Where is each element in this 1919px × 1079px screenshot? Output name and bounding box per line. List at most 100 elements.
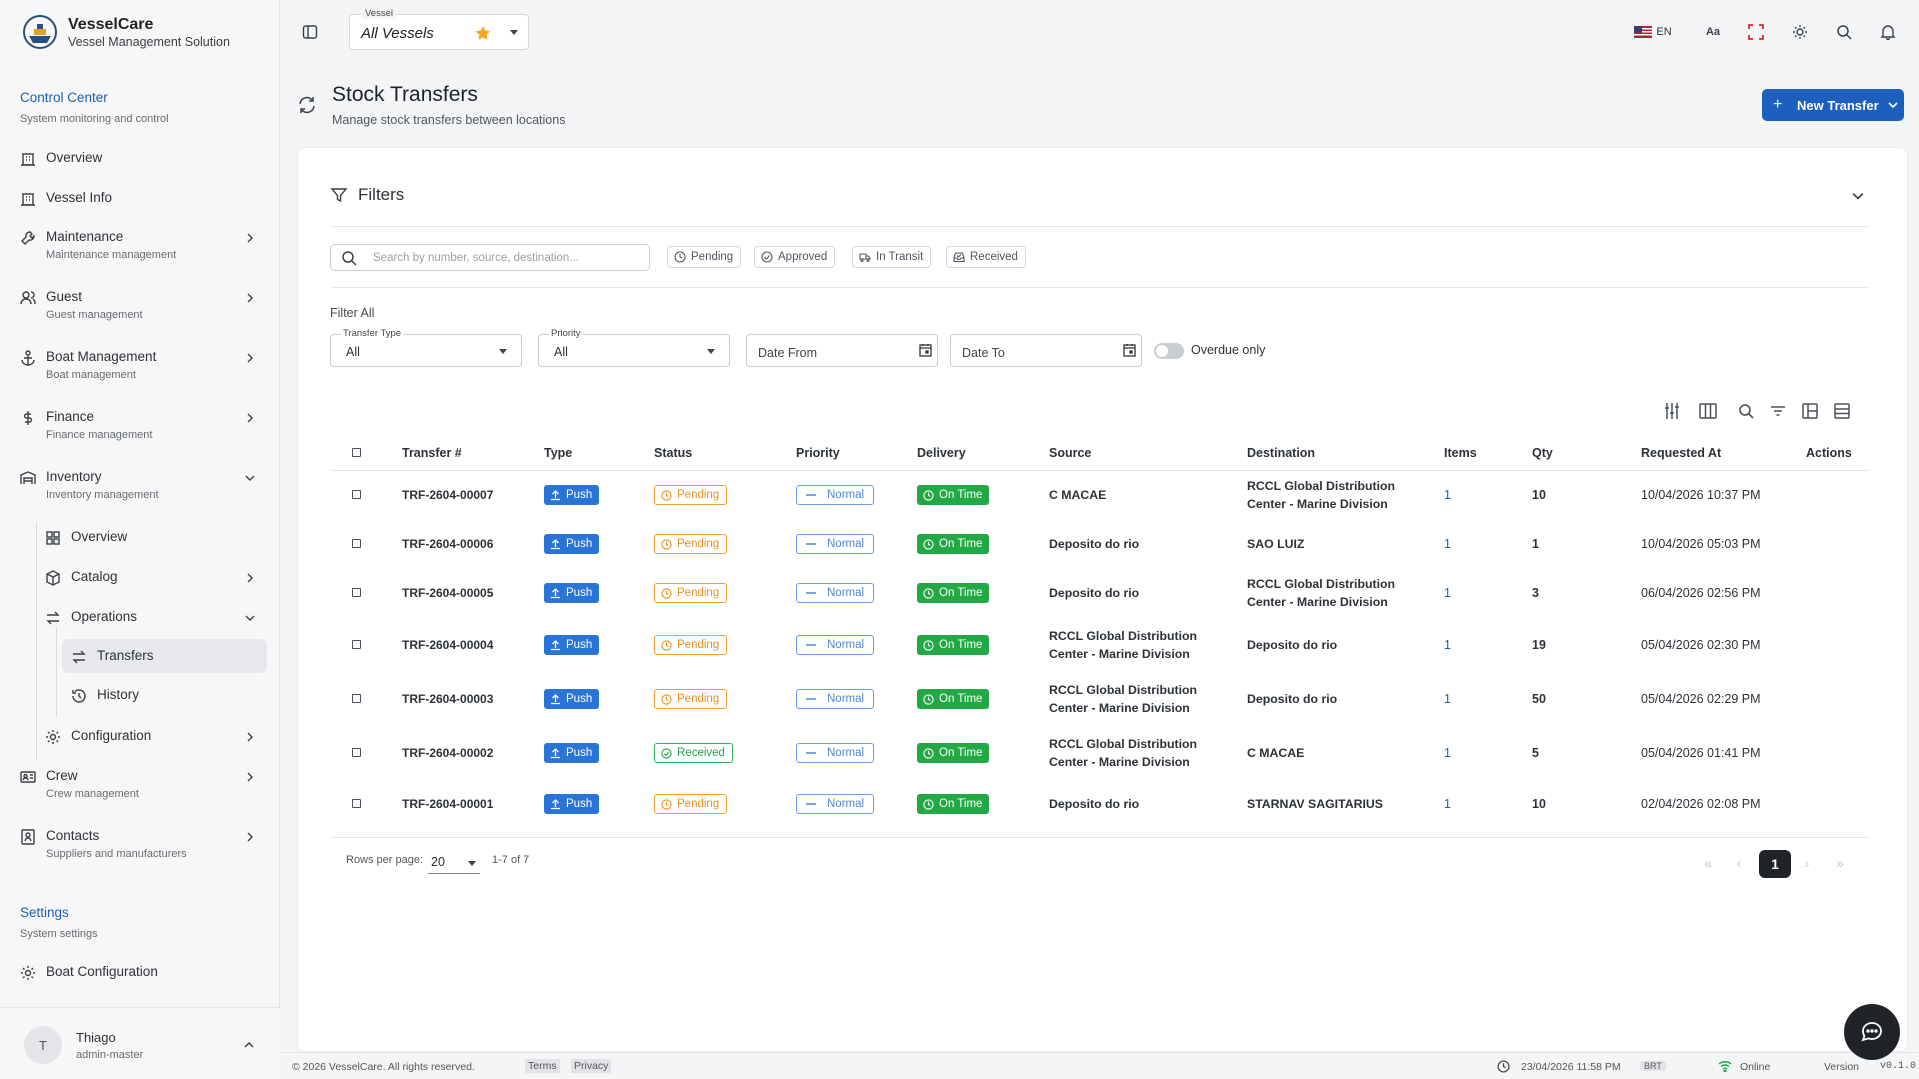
- brand[interactable]: VesselCare Vessel Management Solution: [20, 14, 230, 50]
- sidebar-item-history[interactable]: History: [71, 687, 259, 704]
- user-menu[interactable]: T Thiago admin-master: [0, 1007, 280, 1079]
- transfer-id[interactable]: TRF-2604-00003: [402, 692, 493, 706]
- row-checkbox[interactable]: [352, 748, 361, 757]
- columns-icon[interactable]: [1698, 401, 1718, 421]
- sidebar-item-boat-configuration[interactable]: Boat Configuration: [20, 964, 259, 981]
- items-count[interactable]: 1: [1444, 488, 1451, 502]
- theme-toggle-button[interactable]: [1788, 20, 1812, 44]
- sidebar-item-finance[interactable]: Finance Finance management: [20, 409, 259, 441]
- notifications-button[interactable]: [1876, 20, 1900, 44]
- items-count[interactable]: 1: [1444, 797, 1451, 811]
- row-checkbox[interactable]: [352, 640, 361, 649]
- table-row[interactable]: TRF-2604-00005 Push Pending Normal On Time De…: [330, 568, 1870, 618]
- transfer-id[interactable]: TRF-2604-00007: [402, 488, 493, 502]
- table-row[interactable]: TRF-2604-00007 Push Pending Normal On Time C …: [330, 470, 1870, 520]
- collapse-filters-icon[interactable]: [1852, 190, 1864, 202]
- next-page-button[interactable]: ›: [1797, 853, 1817, 873]
- column-header[interactable]: Status: [654, 432, 796, 471]
- sidebar-item-vessel-info[interactable]: Vessel Info: [20, 190, 259, 207]
- page-button-current[interactable]: 1: [1759, 850, 1791, 878]
- chip-approved[interactable]: Approved: [754, 246, 836, 268]
- row-checkbox[interactable]: [352, 799, 361, 808]
- chat-button[interactable]: [1844, 1004, 1900, 1060]
- chip-in-transit[interactable]: In Transit: [852, 246, 932, 268]
- calendar-icon[interactable]: [1123, 343, 1136, 357]
- chip-received[interactable]: Received: [946, 246, 1026, 268]
- vessel-select[interactable]: Vessel All Vessels: [349, 8, 529, 50]
- table-row[interactable]: TRF-2604-00004 Push Pending Normal On Time RC…: [330, 618, 1870, 672]
- sidebar-item-operations[interactable]: Operations: [45, 609, 259, 626]
- date-to-field[interactable]: Date To: [950, 334, 1142, 367]
- table-row[interactable]: TRF-2604-00003 Push Pending Normal On Time RC…: [330, 672, 1870, 726]
- row-checkbox[interactable]: [352, 490, 361, 500]
- rows-per-page-select[interactable]: 20: [428, 852, 480, 874]
- sidebar-item-maintenance[interactable]: Maintenance Maintenance management: [20, 229, 259, 261]
- language-button[interactable]: EN: [1632, 20, 1674, 44]
- search-input[interactable]: [373, 249, 633, 267]
- font-size-button[interactable]: Aa: [1701, 20, 1725, 44]
- filter-list-icon[interactable]: [1768, 401, 1788, 421]
- column-header[interactable]: Transfer #: [402, 432, 544, 471]
- terms-link[interactable]: Terms: [525, 1059, 560, 1073]
- last-page-button[interactable]: »: [1830, 853, 1850, 873]
- chip-pending[interactable]: Pending: [667, 246, 742, 268]
- sidebar-item-boat-management[interactable]: Boat Management Boat management: [20, 349, 259, 381]
- sidebar-item-catalog[interactable]: Catalog: [45, 569, 259, 586]
- transfer-id[interactable]: TRF-2604-00002: [402, 746, 493, 760]
- new-transfer-button[interactable]: + New Transfer: [1762, 89, 1904, 121]
- star-icon[interactable]: [475, 25, 491, 41]
- sidebar-item-inventory[interactable]: Inventory Inventory management: [20, 469, 259, 501]
- column-header[interactable]: Destination: [1247, 432, 1444, 471]
- date-from-field[interactable]: Date From: [746, 334, 938, 367]
- items-count[interactable]: 1: [1444, 586, 1451, 600]
- first-page-button[interactable]: «: [1698, 853, 1718, 873]
- search-button[interactable]: [1832, 20, 1856, 44]
- overdue-toggle[interactable]: [1154, 343, 1184, 359]
- row-checkbox[interactable]: [352, 588, 361, 597]
- transfer-type-select[interactable]: Transfer Type All: [330, 328, 522, 367]
- column-header[interactable]: Priority: [796, 432, 917, 471]
- footer-datetime: 23/04/2026 11:58 PM: [1521, 1061, 1621, 1073]
- row-checkbox[interactable]: [352, 539, 361, 548]
- items-count[interactable]: 1: [1444, 638, 1451, 652]
- table-row[interactable]: TRF-2604-00002 Push Received Normal On Time R…: [330, 726, 1870, 780]
- column-header[interactable]: Type: [544, 432, 654, 471]
- transfer-id[interactable]: TRF-2604-00001: [402, 797, 493, 811]
- fullscreen-button[interactable]: [1744, 20, 1768, 44]
- row-checkbox[interactable]: [352, 694, 361, 703]
- items-count[interactable]: 1: [1444, 537, 1451, 551]
- status-badge: Pending: [654, 689, 728, 709]
- items-count[interactable]: 1: [1444, 692, 1451, 706]
- table-view-icon[interactable]: [1832, 401, 1852, 421]
- column-header[interactable]: Delivery: [917, 432, 1049, 471]
- table-row[interactable]: TRF-2604-00006 Push Pending Normal On Time De…: [330, 520, 1870, 568]
- priority-select[interactable]: Priority All: [538, 328, 730, 367]
- sidebar-item-inventory-overview[interactable]: Overview: [45, 529, 259, 546]
- sidebar-item-overview[interactable]: Overview: [20, 150, 259, 167]
- table-row[interactable]: TRF-2604-00001 Push Pending Normal On Time De…: [330, 780, 1870, 828]
- sidebar-item-transfers[interactable]: Transfers: [71, 648, 259, 665]
- sidebar-item-contacts[interactable]: Contacts Suppliers and manufacturers: [20, 828, 259, 860]
- search-field[interactable]: [330, 244, 650, 271]
- calendar-icon[interactable]: [919, 343, 932, 357]
- sidebar-item-crew[interactable]: Crew Crew management: [20, 768, 259, 800]
- transfer-id[interactable]: TRF-2604-00004: [402, 638, 493, 652]
- column-header[interactable]: Items: [1444, 432, 1532, 471]
- transfer-id[interactable]: TRF-2604-00006: [402, 537, 493, 551]
- chevron-down-icon: [245, 475, 255, 481]
- privacy-link[interactable]: Privacy: [571, 1059, 612, 1073]
- density-icon[interactable]: [1662, 401, 1682, 421]
- column-header[interactable]: Qty: [1532, 432, 1641, 471]
- sidebar-item-guest[interactable]: Guest Guest management: [20, 289, 259, 321]
- transfer-id[interactable]: TRF-2604-00005: [402, 586, 493, 600]
- column-header[interactable]: Requested At: [1641, 432, 1806, 471]
- search-icon[interactable]: [1736, 401, 1756, 421]
- sidebar-item-configuration[interactable]: Configuration: [45, 728, 259, 745]
- pin-columns-icon[interactable]: [1800, 401, 1820, 421]
- select-all-checkbox[interactable]: [352, 447, 361, 457]
- wrench-icon: [21, 231, 35, 245]
- prev-page-button[interactable]: ‹: [1729, 853, 1749, 873]
- sidebar-toggle-button[interactable]: [298, 20, 322, 44]
- column-header[interactable]: Source: [1049, 432, 1247, 471]
- items-count[interactable]: 1: [1444, 746, 1451, 760]
